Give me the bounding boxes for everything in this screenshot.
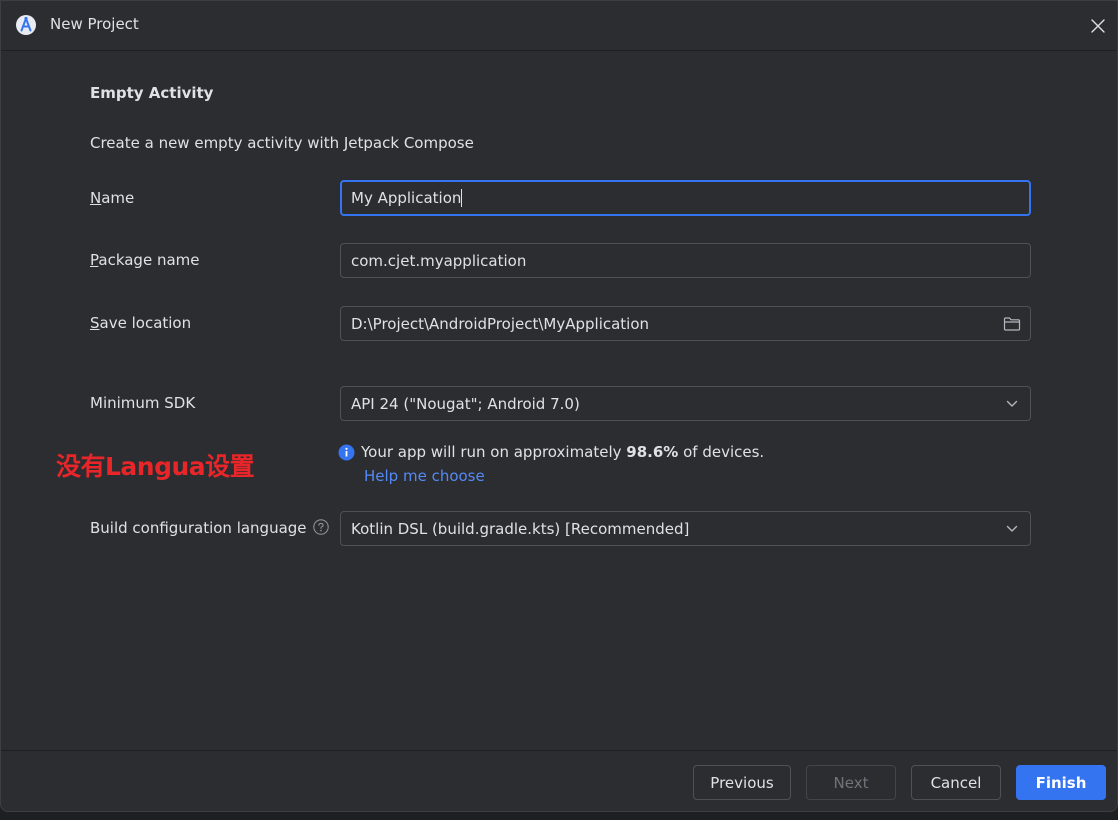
save-location-field[interactable]: D:\Project\AndroidProject\MyApplication bbox=[340, 306, 1031, 341]
red-annotation-text: 没有Langua设置 bbox=[56, 452, 255, 481]
text-caret bbox=[461, 189, 463, 207]
folder-icon[interactable] bbox=[1002, 314, 1022, 334]
build-language-dropdown[interactable]: Kotlin DSL (build.gradle.kts) [Recommend… bbox=[340, 511, 1031, 546]
minimum-sdk-value: API 24 ("Nougat"; Android 7.0) bbox=[351, 394, 580, 413]
finish-button[interactable]: Finish bbox=[1016, 765, 1106, 800]
template-title: Empty Activity bbox=[90, 84, 214, 102]
sdk-info-percent: 98.6% bbox=[626, 443, 679, 461]
desktop-background bbox=[0, 812, 1118, 820]
next-button[interactable]: Next bbox=[806, 765, 896, 800]
sdk-coverage-info: Your app will run on approximately 98.6%… bbox=[338, 443, 764, 461]
info-icon bbox=[338, 444, 355, 461]
sdk-info-prefix: Your app will run on approximately bbox=[361, 443, 627, 461]
previous-button[interactable]: Previous bbox=[693, 765, 791, 800]
package-name-value: com.cjet.myapplication bbox=[351, 251, 527, 270]
minimum-sdk-label: Minimum SDK bbox=[90, 394, 196, 412]
chevron-down-icon bbox=[1002, 394, 1022, 414]
dialog-title: New Project bbox=[50, 15, 139, 33]
minimum-sdk-dropdown[interactable]: API 24 ("Nougat"; Android 7.0) bbox=[340, 386, 1031, 421]
cancel-button[interactable]: Cancel bbox=[911, 765, 1001, 800]
save-location-label: Save location bbox=[90, 314, 192, 332]
question-circle-icon[interactable] bbox=[312, 519, 329, 535]
close-button[interactable] bbox=[1085, 13, 1111, 39]
new-project-dialog: New Project Empty Activity Create a new … bbox=[0, 0, 1118, 812]
template-description: Create a new empty activity with Jetpack… bbox=[90, 134, 474, 152]
chevron-down-icon bbox=[1002, 519, 1022, 539]
package-name-field[interactable]: com.cjet.myapplication bbox=[340, 243, 1031, 278]
name-value: My Application bbox=[351, 189, 462, 207]
sdk-info-suffix: of devices. bbox=[678, 443, 765, 461]
title-bar: New Project bbox=[1, 1, 1117, 51]
build-language-value: Kotlin DSL (build.gradle.kts) [Recommend… bbox=[351, 519, 690, 538]
close-icon bbox=[1091, 19, 1105, 33]
build-language-label: Build configuration language bbox=[90, 519, 329, 537]
package-name-label: Package name bbox=[90, 251, 200, 269]
name-label: Name bbox=[90, 189, 135, 207]
help-me-choose-link[interactable]: Help me choose bbox=[364, 467, 485, 485]
save-location-value: D:\Project\AndroidProject\MyApplication bbox=[351, 314, 650, 333]
name-field[interactable]: My Application bbox=[340, 180, 1031, 216]
android-studio-icon bbox=[15, 14, 37, 36]
